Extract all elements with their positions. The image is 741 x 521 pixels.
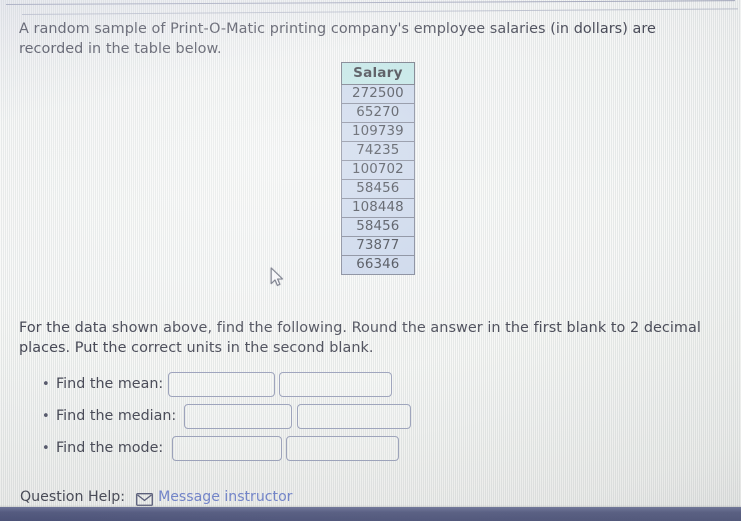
mode-units-input[interactable] bbox=[286, 435, 400, 461]
table-row: 74235 bbox=[341, 141, 415, 161]
envelope-icon bbox=[136, 491, 154, 506]
answer-row-median: • Find the median: bbox=[42, 400, 412, 432]
table-row: 272500 bbox=[341, 84, 415, 104]
table-row: 66346 bbox=[341, 255, 415, 275]
salary-cell: 100702 bbox=[341, 160, 415, 180]
message-instructor-link[interactable]: Message instructor bbox=[158, 489, 292, 505]
answer-list: • Find the mean: • Find the median: • Fi… bbox=[42, 368, 412, 464]
salary-cell: 108448 bbox=[341, 198, 415, 218]
mean-value-input[interactable] bbox=[168, 371, 276, 397]
page-screenshot: A random sample of Print-O-Matic printin… bbox=[0, 0, 741, 521]
bottom-navigation-bar bbox=[0, 507, 741, 521]
salary-cell: 272500 bbox=[341, 84, 415, 104]
question-help-label: Question Help: bbox=[20, 489, 126, 505]
salary-cell: 58456 bbox=[341, 217, 415, 237]
answer-label-median: Find the median: bbox=[56, 408, 177, 424]
answer-row-mean: • Find the mean: bbox=[42, 368, 411, 400]
median-units-input[interactable] bbox=[297, 403, 412, 429]
table-row: 108448 bbox=[341, 198, 415, 218]
table-row: 58456 bbox=[341, 217, 415, 237]
answer-label-mode: Find the mode: bbox=[56, 440, 164, 456]
salary-table-container: Salary 272500 65270 109739 74235 100702 … bbox=[341, 62, 415, 275]
salary-table: Salary 272500 65270 109739 74235 100702 … bbox=[341, 62, 415, 275]
table-row: 58456 bbox=[341, 179, 415, 199]
salary-cell: 73877 bbox=[341, 236, 415, 256]
mode-value-input[interactable] bbox=[172, 435, 283, 461]
salary-table-body: 272500 65270 109739 74235 100702 58456 1… bbox=[341, 84, 415, 275]
mouse-cursor bbox=[270, 267, 285, 289]
table-header-row: Salary bbox=[341, 62, 415, 85]
top-divider-upper bbox=[5, 0, 735, 5]
salary-cell: 58456 bbox=[341, 179, 415, 199]
table-row: 73877 bbox=[341, 236, 415, 256]
top-divider-lower bbox=[21, 8, 738, 15]
salary-cell: 74235 bbox=[341, 141, 415, 161]
answer-label-mean: Find the mean: bbox=[56, 376, 164, 392]
mean-units-input[interactable] bbox=[279, 371, 393, 397]
column-header-salary: Salary bbox=[341, 62, 415, 85]
question-instructions: For the data shown above, find the follo… bbox=[19, 320, 701, 356]
answer-row-mode: • Find the mode: bbox=[42, 432, 411, 464]
question-prompt: A random sample of Print-O-Matic printin… bbox=[19, 21, 656, 57]
salary-cell: 109739 bbox=[341, 122, 415, 142]
table-row: 100702 bbox=[341, 160, 415, 180]
salary-cell: 66346 bbox=[341, 255, 415, 275]
bullet-icon: • bbox=[42, 408, 50, 424]
question-help: Question Help: Message instructor bbox=[20, 489, 292, 506]
table-row: 65270 bbox=[341, 103, 415, 123]
salary-cell: 65270 bbox=[341, 103, 415, 123]
bullet-icon: • bbox=[42, 440, 50, 456]
bullet-icon: • bbox=[42, 376, 50, 392]
table-row: 109739 bbox=[341, 122, 415, 142]
median-value-input[interactable] bbox=[184, 403, 293, 429]
